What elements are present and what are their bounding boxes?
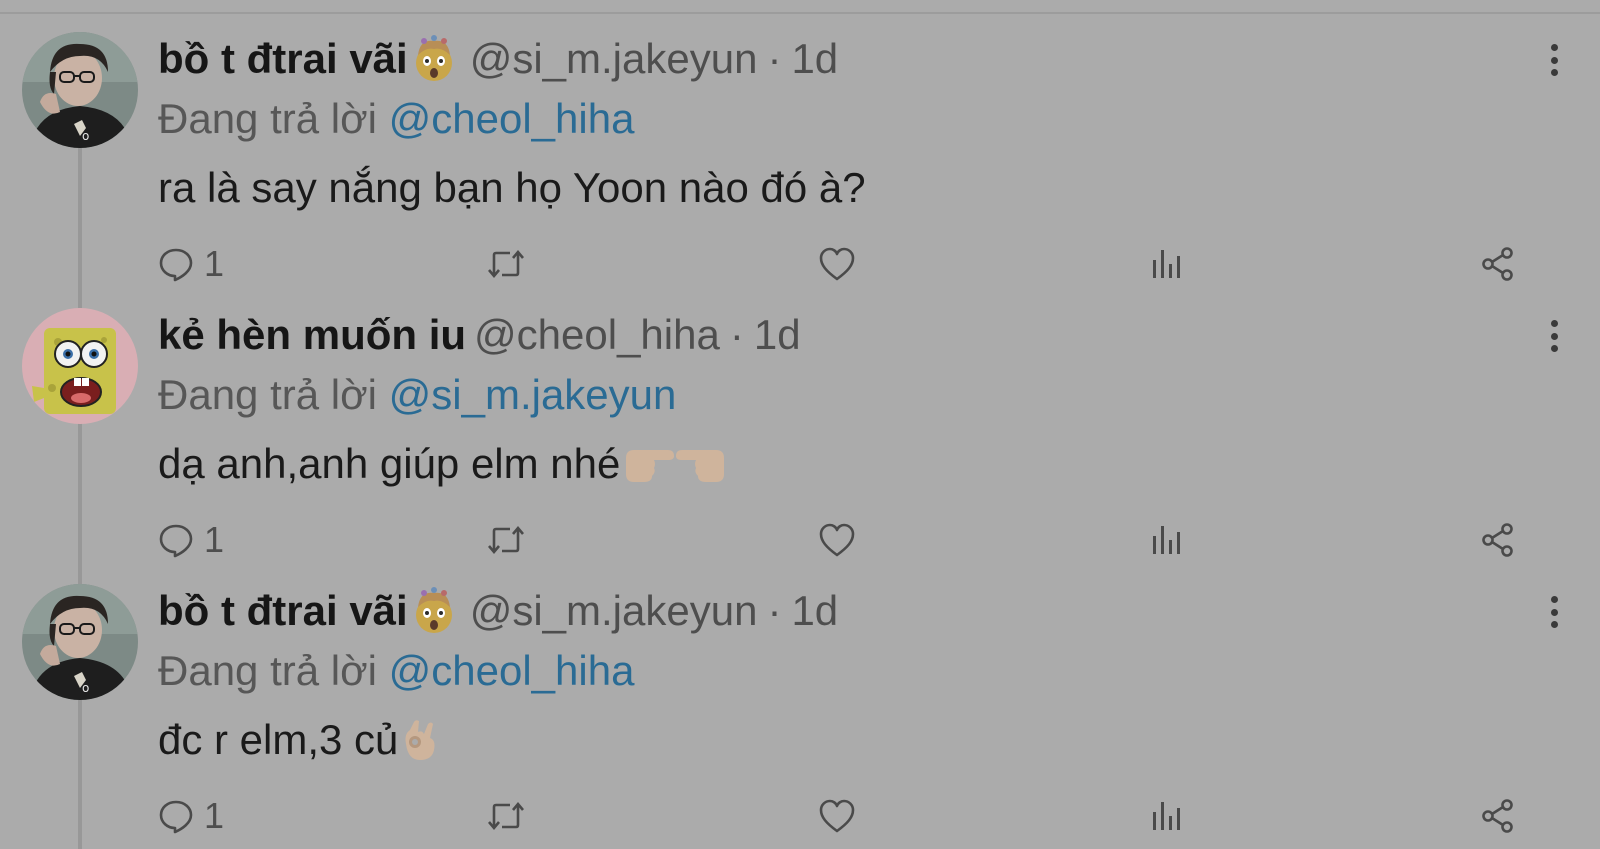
tweet[interactable]: kẻ hèn muốn iu @cheol_hiha · 1d Đang trả…: [0, 290, 1600, 566]
share-button[interactable]: [1480, 512, 1516, 568]
views-button[interactable]: [1150, 236, 1182, 292]
retweet-icon: [488, 801, 524, 831]
timestamp[interactable]: 1d: [791, 586, 838, 636]
separator-dot: ·: [767, 35, 782, 82]
retweet-button[interactable]: [486, 512, 526, 568]
tweet-text-content: dạ anh,anh giúp elm nhé: [158, 440, 621, 487]
tweet-text: đc r elm,3 củ: [158, 712, 444, 768]
separator-dot: ·: [729, 311, 744, 358]
tweet-header: bồ t đtrai vãi @si_m.jakeyun · 1d: [158, 34, 838, 84]
tweet-header: bồ t đtrai vãi @si_m.jakeyun · 1d: [158, 586, 838, 636]
tweet-actions: 1: [0, 512, 1600, 568]
reply-icon: [159, 800, 193, 834]
retweet-button[interactable]: [486, 236, 526, 292]
spongebob-avatar: [22, 308, 138, 424]
tweet-actions: 1: [0, 236, 1600, 292]
share-button[interactable]: [1480, 236, 1516, 292]
replying-to: Đang trả lời @si_m.jakeyun: [158, 370, 676, 420]
tweet-header: kẻ hèn muốn iu @cheol_hiha · 1d: [158, 310, 801, 360]
replying-to-label: Đang trả lời: [158, 371, 377, 418]
more-options-icon[interactable]: [1540, 38, 1568, 82]
views-icon: [1153, 250, 1180, 278]
exploding-head-emoji: [410, 35, 458, 83]
display-name[interactable]: bồ t đtrai vãi: [158, 34, 408, 84]
replying-to: Đang trả lời @cheol_hiha: [158, 646, 634, 696]
reply-button[interactable]: 1: [158, 788, 224, 844]
timestamp[interactable]: 1d: [791, 34, 838, 84]
more-options-icon[interactable]: [1540, 314, 1568, 358]
svg-text:o: o: [82, 129, 89, 143]
pointing-fingers-emoji: [622, 442, 728, 486]
tweet-text-content: ra là say nắng bạn họ Yoon nào đó à?: [158, 164, 866, 211]
ok-hand-emoji: [400, 716, 440, 764]
person-glasses-avatar: o: [22, 584, 138, 700]
views-button[interactable]: [1150, 788, 1182, 844]
like-icon: [819, 799, 855, 833]
retweet-icon: [488, 249, 524, 279]
replying-to-handle[interactable]: @cheol_hiha: [389, 647, 635, 694]
avatar[interactable]: o: [22, 32, 138, 148]
tweet-text: ra là say nắng bạn họ Yoon nào đó à?: [158, 160, 866, 216]
views-button[interactable]: [1150, 512, 1182, 568]
tweet[interactable]: o bồ t đtrai vãi @si_m.jakeyun · 1d Đang…: [0, 14, 1600, 290]
reply-count: 1: [204, 519, 225, 560]
display-name[interactable]: bồ t đtrai vãi: [158, 586, 408, 636]
replying-to-handle[interactable]: @cheol_hiha: [389, 95, 635, 142]
more-options-icon[interactable]: [1540, 590, 1568, 634]
tweet[interactable]: o bồ t đtrai vãi @si_m.jakeyun · 1d Đang…: [0, 566, 1600, 842]
user-handle[interactable]: @si_m.jakeyun: [470, 34, 758, 84]
exploding-head-emoji: [410, 587, 458, 635]
like-button[interactable]: [818, 788, 856, 844]
like-button[interactable]: [818, 512, 856, 568]
reply-icon: [159, 524, 193, 558]
reply-button[interactable]: 1: [158, 236, 224, 292]
reply-count: 1: [204, 243, 225, 284]
replying-to-label: Đang trả lời: [158, 95, 377, 142]
tweet-text-content: đc r elm,3 củ: [158, 716, 399, 763]
like-icon: [819, 523, 855, 557]
replying-to: Đang trả lời @cheol_hiha: [158, 94, 634, 144]
tweet-text: dạ anh,anh giúp elm nhé: [158, 436, 732, 492]
user-handle[interactable]: @si_m.jakeyun: [470, 586, 758, 636]
replying-to-label: Đang trả lời: [158, 647, 377, 694]
like-icon: [819, 247, 855, 281]
views-icon: [1153, 802, 1180, 830]
separator-dot: ·: [767, 587, 782, 634]
retweet-button[interactable]: [486, 788, 526, 844]
reply-count: 1: [204, 795, 225, 836]
reply-icon: [159, 248, 193, 282]
tweet-actions: 1: [0, 788, 1600, 844]
display-name[interactable]: kẻ hèn muốn iu: [158, 310, 466, 360]
share-icon: [1482, 799, 1513, 833]
views-icon: [1153, 526, 1180, 554]
user-handle[interactable]: @cheol_hiha: [474, 310, 720, 360]
like-button[interactable]: [818, 236, 856, 292]
avatar[interactable]: [22, 308, 138, 424]
retweet-icon: [488, 525, 524, 555]
person-glasses-avatar: o: [22, 32, 138, 148]
replying-to-handle[interactable]: @si_m.jakeyun: [389, 371, 677, 418]
svg-text:o: o: [82, 681, 89, 695]
share-button[interactable]: [1480, 788, 1516, 844]
share-icon: [1482, 523, 1513, 557]
share-icon: [1482, 247, 1513, 281]
reply-button[interactable]: 1: [158, 512, 224, 568]
timestamp[interactable]: 1d: [754, 310, 801, 360]
avatar[interactable]: o: [22, 584, 138, 700]
